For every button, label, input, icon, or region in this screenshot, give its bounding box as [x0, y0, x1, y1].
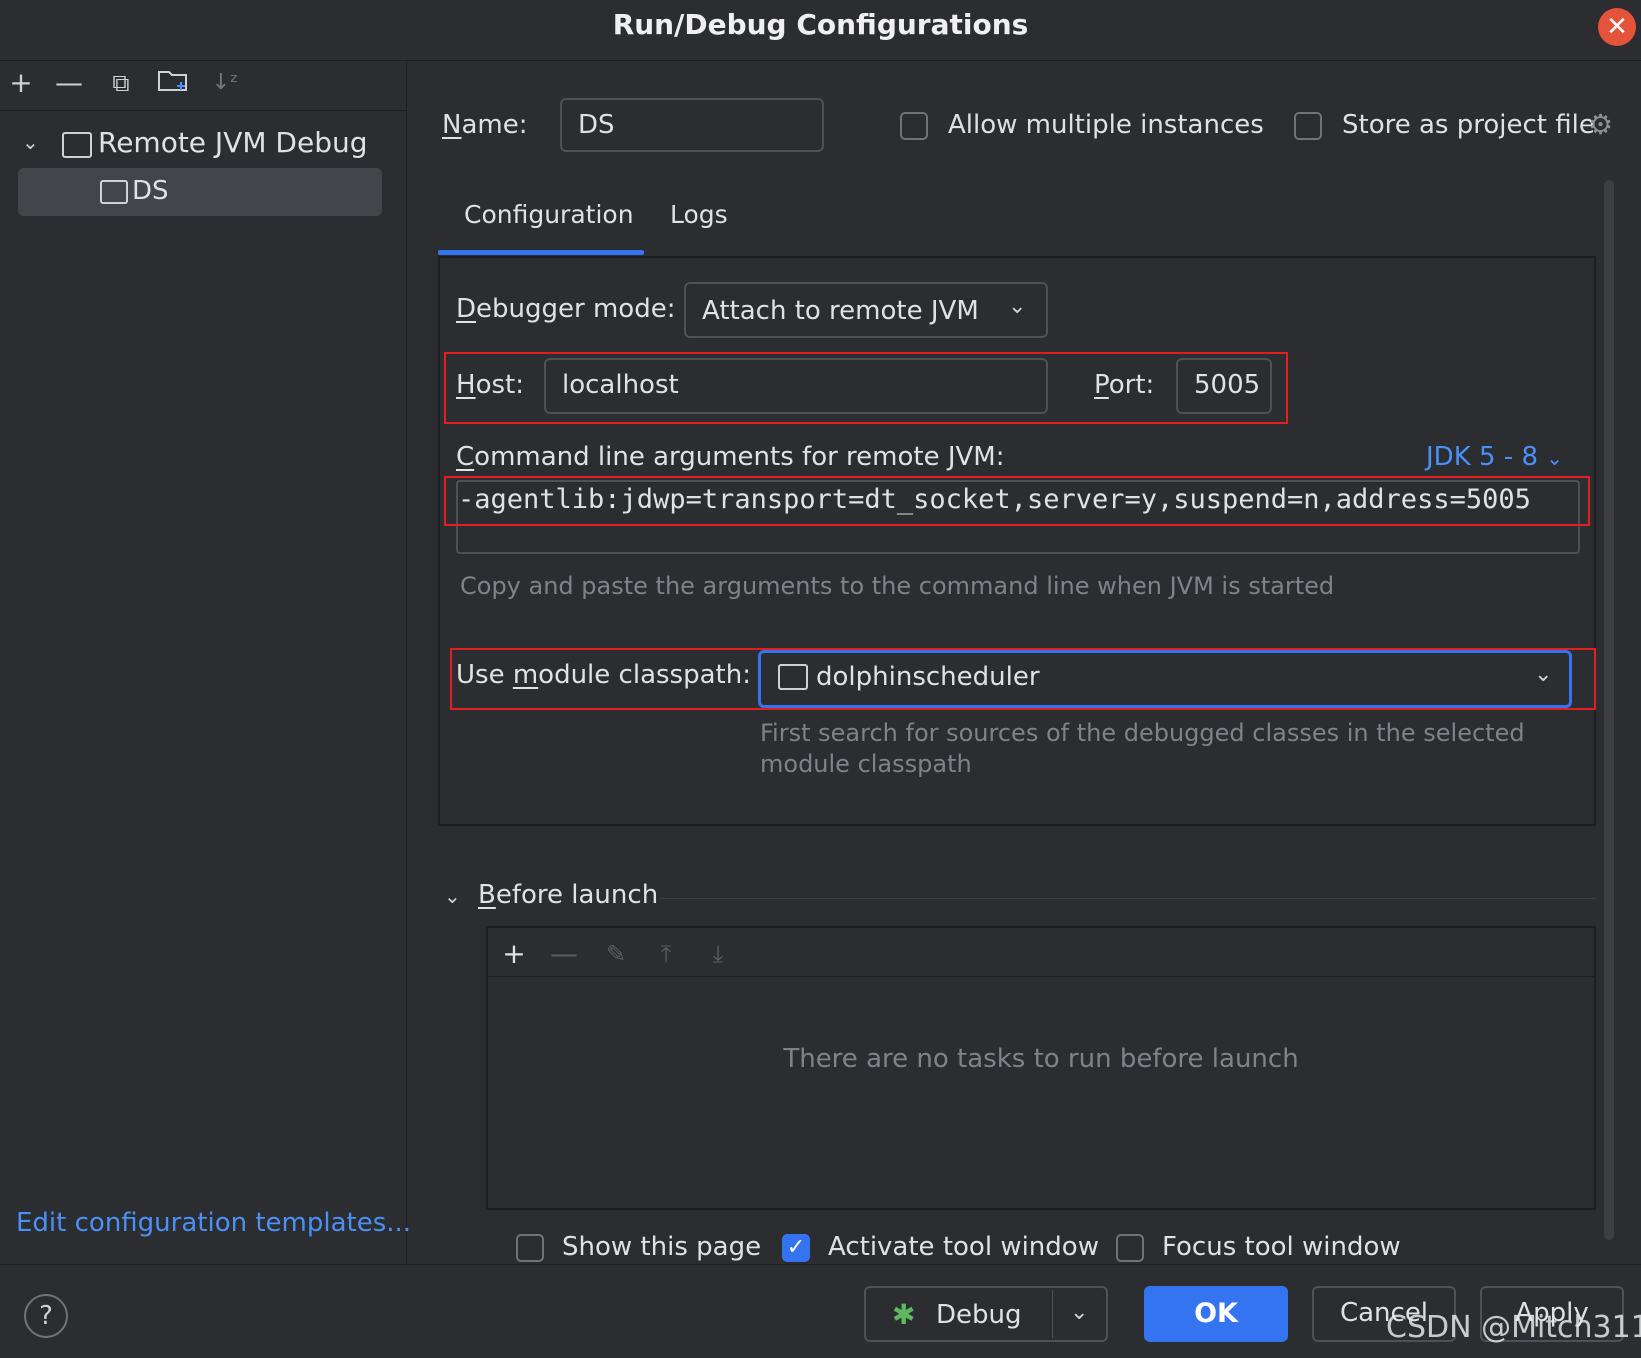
move-down-icon[interactable]: ⤓ [700, 936, 736, 972]
before-launch-label[interactable]: Before launch [478, 880, 658, 910]
remote-debug-icon [62, 132, 92, 158]
debug-label[interactable]: Debug [936, 1300, 1022, 1330]
chevron-down-icon[interactable]: ⌄ [444, 884, 461, 908]
show-page-label[interactable]: Show this page [562, 1232, 761, 1262]
remote-debug-icon [100, 180, 128, 204]
chevron-down-icon: ⌄ [1546, 446, 1564, 470]
bug-icon: ✱ [892, 1298, 916, 1331]
debugger-mode-value[interactable]: Attach to remote JVM [702, 296, 979, 326]
ok-label[interactable]: OK [1144, 1298, 1288, 1329]
divider [1052, 1290, 1053, 1338]
remove-icon[interactable]: — [52, 66, 86, 100]
chevron-down-icon[interactable]: ⌄ [22, 130, 39, 154]
name-field[interactable] [560, 98, 824, 152]
chevron-down-icon[interactable]: ⌄ [1534, 662, 1552, 687]
add-icon[interactable]: + [496, 936, 532, 972]
activate-tool-checkbox[interactable]: ✓ [782, 1234, 810, 1262]
module-folder-icon [778, 664, 808, 690]
gear-icon[interactable]: ⚙ [1588, 108, 1613, 141]
chevron-down-icon[interactable]: ⌄ [1008, 294, 1026, 319]
command-line-label: Command line arguments for remote JVM: [456, 442, 1005, 472]
tree-item-ds[interactable] [18, 168, 382, 216]
allow-multiple-checkbox[interactable] [900, 112, 928, 140]
close-icon[interactable]: ✕ [1598, 8, 1636, 46]
store-project-checkbox[interactable] [1294, 112, 1322, 140]
add-icon[interactable]: + [4, 66, 38, 100]
command-line-value[interactable]: -agentlib:jdwp=transport=dt_socket,serve… [458, 484, 1531, 515]
jdk-version-select[interactable]: JDK 5 - 8 ⌄ [1426, 442, 1563, 472]
edit-templates-link[interactable]: Edit configuration templates... [16, 1208, 411, 1238]
new-folder-icon[interactable] [156, 66, 190, 100]
name-label: Name: [442, 110, 528, 140]
move-up-icon[interactable]: ⤒ [648, 936, 684, 972]
host-value[interactable]: localhost [562, 370, 679, 400]
divider [0, 110, 406, 111]
module-classpath-hint: First search for sources of the debugged… [760, 719, 1525, 778]
port-value[interactable]: 5005 [1194, 370, 1260, 400]
empty-tasks-text: There are no tasks to run before launch [783, 1044, 1299, 1074]
edit-icon[interactable]: ✎ [598, 936, 634, 972]
active-tab-indicator [438, 250, 644, 255]
focus-tool-checkbox[interactable] [1116, 1234, 1144, 1262]
module-classpath-label: Use module classpath: [456, 660, 751, 690]
show-page-checkbox[interactable] [516, 1234, 544, 1262]
tab-logs[interactable]: Logs [670, 200, 728, 229]
scrollbar[interactable] [1604, 180, 1614, 1240]
host-label: Host: [456, 370, 524, 400]
remove-icon[interactable]: — [546, 936, 582, 972]
config-sidebar [0, 61, 407, 1264]
watermark: CSDN @Mitch311 [1386, 1310, 1641, 1345]
help-button[interactable]: ? [24, 1294, 68, 1338]
port-label: Port: [1094, 370, 1155, 400]
chevron-down-icon[interactable]: ⌄ [1070, 1300, 1088, 1325]
module-classpath-value[interactable]: dolphinscheduler [816, 662, 1040, 692]
tree-group-label[interactable]: Remote JVM Debug [98, 126, 368, 159]
window-title: Run/Debug Configurations [612, 8, 1029, 41]
debugger-mode-label: Debugger mode: [456, 294, 676, 324]
allow-multiple-label[interactable]: Allow multiple instances [948, 110, 1264, 140]
divider [488, 976, 1594, 977]
tab-configuration[interactable]: Configuration [464, 200, 634, 229]
divider [660, 898, 1596, 899]
command-line-hint: Copy and paste the arguments to the comm… [460, 572, 1335, 600]
activate-tool-label[interactable]: Activate tool window [828, 1232, 1099, 1262]
copy-icon[interactable]: ⧉ [104, 66, 138, 100]
store-project-label[interactable]: Store as project file [1342, 110, 1595, 140]
sort-icon[interactable]: ↓ᶻ [208, 66, 242, 100]
tree-item-label[interactable]: DS [132, 176, 169, 206]
focus-tool-label[interactable]: Focus tool window [1162, 1232, 1401, 1262]
